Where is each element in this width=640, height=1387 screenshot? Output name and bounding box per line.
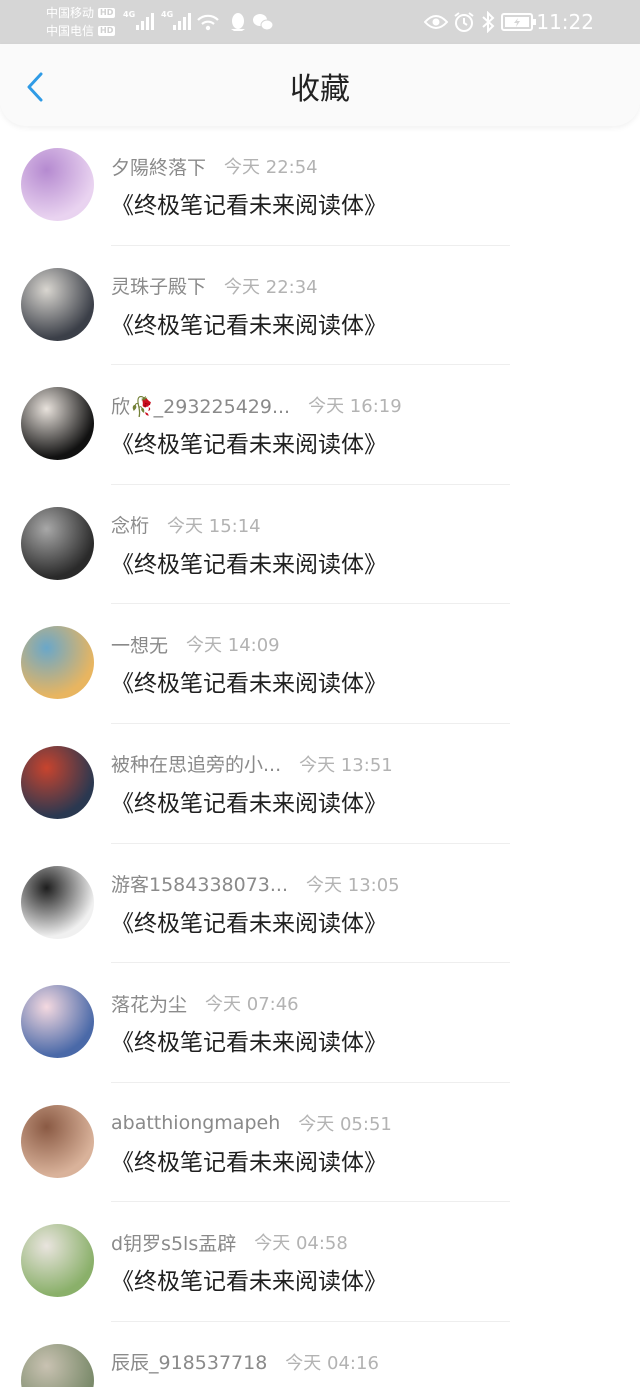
timestamp: 今天 13:05 xyxy=(306,874,400,896)
avatar[interactable] xyxy=(21,745,94,819)
favorite-title[interactable]: 《终极笔记看未来阅读体》 xyxy=(111,1023,387,1057)
page-title: 收藏 xyxy=(290,72,350,107)
favorites-list: 夕陽終落下 今天 22:54 《终极笔记看未来阅读体》 灵珠子殿下 今天 22:34 《终… xyxy=(0,126,640,1387)
avatar[interactable] xyxy=(21,1224,94,1298)
favorite-title[interactable]: 《终极笔记看未来阅读体》 xyxy=(111,1262,387,1296)
user-name[interactable]: 夕陽終落下 xyxy=(111,153,206,180)
hd-badge: HD xyxy=(98,8,116,18)
avatar[interactable] xyxy=(21,1343,94,1387)
item-meta: 欣🥀_293225429... 今天 16:19 xyxy=(111,391,402,419)
list-item[interactable]: 被种在思追旁的小... 今天 13:51 《终极笔记看未来阅读体》 xyxy=(0,724,640,844)
favorite-title[interactable]: 《终极笔记看未来阅读体》 xyxy=(111,545,387,579)
alarm-icon xyxy=(452,10,476,34)
avatar[interactable] xyxy=(21,985,94,1059)
item-meta: 游客1584338073... 今天 13:05 xyxy=(111,870,400,898)
timestamp: 今天 04:16 xyxy=(285,1352,379,1374)
user-name[interactable]: 念桁 xyxy=(111,511,149,538)
timestamp: 今天 07:46 xyxy=(205,994,299,1016)
user-name[interactable]: 灵珠子殿下 xyxy=(111,272,206,299)
carrier-1: 中国移动 xyxy=(46,6,95,20)
avatar[interactable] xyxy=(21,626,94,700)
list-item[interactable]: abatthiongmapeh 今天 05:51 《终极笔记看未来阅读体》 xyxy=(0,1083,640,1203)
avatar[interactable] xyxy=(21,865,94,939)
wechat-icon xyxy=(251,10,275,34)
favorite-title[interactable]: 《终极笔记看未来阅读体》 xyxy=(111,1143,387,1177)
list-item[interactable]: d钥罗s5ls盂辟 今天 04:58 《终极笔记看未来阅读体》 xyxy=(0,1202,640,1322)
avatar[interactable] xyxy=(21,1104,94,1178)
user-name[interactable]: d钥罗s5ls盂辟 xyxy=(111,1229,236,1256)
timestamp: 今天 05:51 xyxy=(298,1113,392,1135)
item-meta: 念桁 今天 15:14 xyxy=(111,511,261,539)
wifi-icon xyxy=(196,10,220,34)
user-name[interactable]: 游客1584338073... xyxy=(111,870,288,897)
list-item[interactable]: 游客1584338073... 今天 13:05 《终极笔记看未来阅读体》 xyxy=(0,844,640,964)
favorite-title[interactable]: 《终极笔记看未来阅读体》 xyxy=(111,784,387,818)
item-meta: d钥罗s5ls盂辟 今天 04:58 xyxy=(111,1228,348,1256)
list-item[interactable]: 灵珠子殿下 今天 22:34 《终极笔记看未来阅读体》 xyxy=(0,246,640,366)
status-bar: 中国移动 HD 中国电信 HD 4G 4G 11:22 xyxy=(0,0,640,44)
timestamp: 今天 14:09 xyxy=(186,635,280,657)
list-item[interactable]: 辰辰_918537718 今天 04:16 xyxy=(0,1322,640,1387)
item-meta: 辰辰_918537718 今天 04:16 xyxy=(111,1348,379,1376)
qq-icon xyxy=(226,10,250,34)
avatar[interactable] xyxy=(21,387,94,461)
user-name[interactable]: 被种在思追旁的小... xyxy=(111,750,281,777)
battery-icon xyxy=(500,10,538,34)
navigation-header: 收藏 xyxy=(0,44,640,126)
list-item[interactable]: 念桁 今天 15:14 《终极笔记看未来阅读体》 xyxy=(0,485,640,605)
list-item[interactable]: 夕陽終落下 今天 22:54 《终极笔记看未来阅读体》 xyxy=(0,126,640,246)
favorites-screen: 中国移动 HD 中国电信 HD 4G 4G 11:22 收藏 夕陽終落下 今天 … xyxy=(0,0,640,1387)
hd-badge: HD xyxy=(98,26,116,36)
item-meta: 一想无 今天 14:09 xyxy=(111,630,280,658)
favorite-title[interactable]: 《终极笔记看未来阅读体》 xyxy=(111,186,387,220)
favorite-title[interactable]: 《终极笔记看未来阅读体》 xyxy=(111,425,387,459)
avatar[interactable] xyxy=(21,267,94,341)
timestamp: 今天 16:19 xyxy=(308,396,402,418)
carrier-info: 中国移动 HD 中国电信 HD xyxy=(46,4,116,40)
timestamp: 今天 04:58 xyxy=(254,1233,348,1255)
user-name[interactable]: 欣🥀_293225429... xyxy=(111,392,290,419)
network-type-2: 4G xyxy=(161,10,174,19)
user-name[interactable]: 一想无 xyxy=(111,631,168,658)
clock: 11:22 xyxy=(536,10,594,34)
avatar[interactable] xyxy=(21,506,94,580)
user-name[interactable]: 辰辰_918537718 xyxy=(111,1348,267,1375)
signal-icon xyxy=(136,12,154,30)
carrier-2: 中国电信 xyxy=(46,24,95,38)
list-item[interactable]: 落花为尘 今天 07:46 《终极笔记看未来阅读体》 xyxy=(0,963,640,1083)
user-name[interactable]: abatthiongmapeh xyxy=(111,1112,280,1134)
signal-icon xyxy=(173,12,191,30)
favorite-title[interactable]: 《终极笔记看未来阅读体》 xyxy=(111,904,387,938)
item-meta: abatthiongmapeh 今天 05:51 xyxy=(111,1109,392,1137)
item-meta: 夕陽終落下 今天 22:54 xyxy=(111,152,318,180)
timestamp: 今天 22:54 xyxy=(224,157,318,178)
timestamp: 今天 15:14 xyxy=(167,515,261,537)
timestamp: 今天 13:51 xyxy=(299,754,393,776)
list-item[interactable]: 欣🥀_293225429... 今天 16:19 《终极笔记看未来阅读体》 xyxy=(0,365,640,485)
item-meta: 灵珠子殿下 今天 22:34 xyxy=(111,272,318,300)
timestamp: 今天 22:34 xyxy=(224,276,318,298)
list-item[interactable]: 一想无 今天 14:09 《终极笔记看未来阅读体》 xyxy=(0,604,640,724)
favorite-title[interactable]: 《终极笔记看未来阅读体》 xyxy=(111,664,387,698)
avatar[interactable] xyxy=(21,148,94,221)
item-meta: 被种在思追旁的小... 今天 13:51 xyxy=(111,750,393,778)
favorite-title[interactable]: 《终极笔记看未来阅读体》 xyxy=(111,306,387,340)
item-meta: 落花为尘 今天 07:46 xyxy=(111,989,299,1017)
network-type-1: 4G xyxy=(123,10,136,19)
eye-icon xyxy=(424,10,448,34)
bluetooth-icon xyxy=(476,10,500,34)
user-name[interactable]: 落花为尘 xyxy=(111,990,187,1017)
